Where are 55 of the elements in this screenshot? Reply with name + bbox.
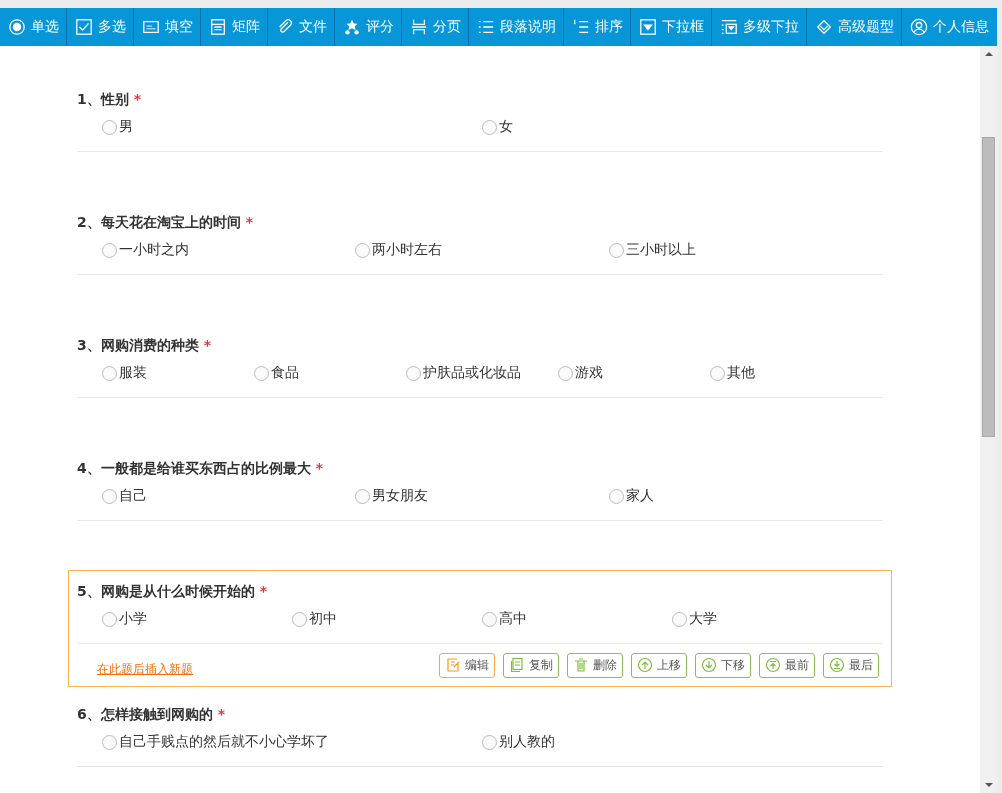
page-break-icon: [409, 18, 428, 36]
action-button[interactable]: 上移: [631, 652, 687, 678]
ordered-list-icon: [571, 18, 590, 36]
scrollbar[interactable]: [980, 46, 997, 793]
action-button[interactable]: 编辑: [439, 652, 495, 678]
radio-option[interactable]: 三小时以上: [608, 241, 862, 259]
question-title: 3、网购消费的种类 *: [77, 336, 212, 355]
question-title: 1、性别 *: [77, 90, 142, 109]
text-field-icon: [141, 18, 160, 36]
action-button[interactable]: 复制: [503, 652, 559, 678]
arrow-bottom-icon: [829, 657, 845, 673]
radio-option[interactable]: 别人教的: [482, 733, 862, 751]
copy-icon: [509, 657, 525, 673]
radio-option[interactable]: 其他: [710, 364, 862, 382]
dropdown-icon: [638, 18, 657, 36]
radio-option[interactable]: 男女朋友: [355, 487, 609, 505]
radio-option[interactable]: 服装: [102, 364, 254, 382]
stars-icon: [342, 18, 361, 36]
radio-option[interactable]: 两小时左右: [355, 241, 609, 259]
arrow-top-icon: [765, 657, 781, 673]
scroll-up-icon[interactable]: [984, 52, 993, 56]
edit-icon: [445, 657, 461, 673]
radio-option[interactable]: 小学: [102, 610, 292, 628]
question-title: 5、网购是从什么时候开始的 *: [77, 582, 268, 601]
question-title: 2、每天花在淘宝上的时间 *: [77, 213, 254, 232]
question-title: 6、怎样接触到网购的 *: [77, 705, 226, 724]
trash-icon: [573, 657, 589, 673]
radio-option[interactable]: 大学: [672, 610, 862, 628]
paragraph-icon: [476, 18, 495, 36]
arrow-up-icon: [637, 657, 653, 673]
scrollbar-thumb[interactable]: [982, 137, 995, 437]
arrow-down-icon: [701, 657, 717, 673]
action-button[interactable]: 下移: [695, 652, 751, 678]
action-button[interactable]: 最后: [823, 652, 879, 678]
radio-option[interactable]: 自己手贱点的然后就不小心学坏了: [102, 733, 482, 751]
radio-option[interactable]: 初中: [292, 610, 482, 628]
radio-option[interactable]: 女: [482, 118, 862, 136]
radio-option[interactable]: 一小时之内: [102, 241, 356, 259]
radio-option[interactable]: 护肤品或化妆品: [406, 364, 558, 382]
action-button[interactable]: 最前: [759, 652, 815, 678]
radio-option[interactable]: 家人: [608, 487, 862, 505]
multi-dropdown-icon: [719, 18, 738, 36]
radio-option[interactable]: 男: [102, 118, 482, 136]
radio-option[interactable]: 高中: [482, 610, 672, 628]
radio-icon: [7, 18, 26, 36]
scroll-down-icon[interactable]: [984, 783, 993, 787]
radio-option[interactable]: 游戏: [558, 364, 710, 382]
table-icon: [208, 18, 227, 36]
radio-option[interactable]: 自己: [102, 487, 356, 505]
action-button[interactable]: 删除: [567, 652, 623, 678]
user-icon: [909, 18, 928, 36]
diamond-check-icon: [814, 18, 833, 36]
question-title: 4、一般都是给谁买东西占的比例最大 *: [77, 459, 324, 478]
checkbox-icon: [74, 18, 93, 36]
radio-option[interactable]: 食品: [254, 364, 406, 382]
